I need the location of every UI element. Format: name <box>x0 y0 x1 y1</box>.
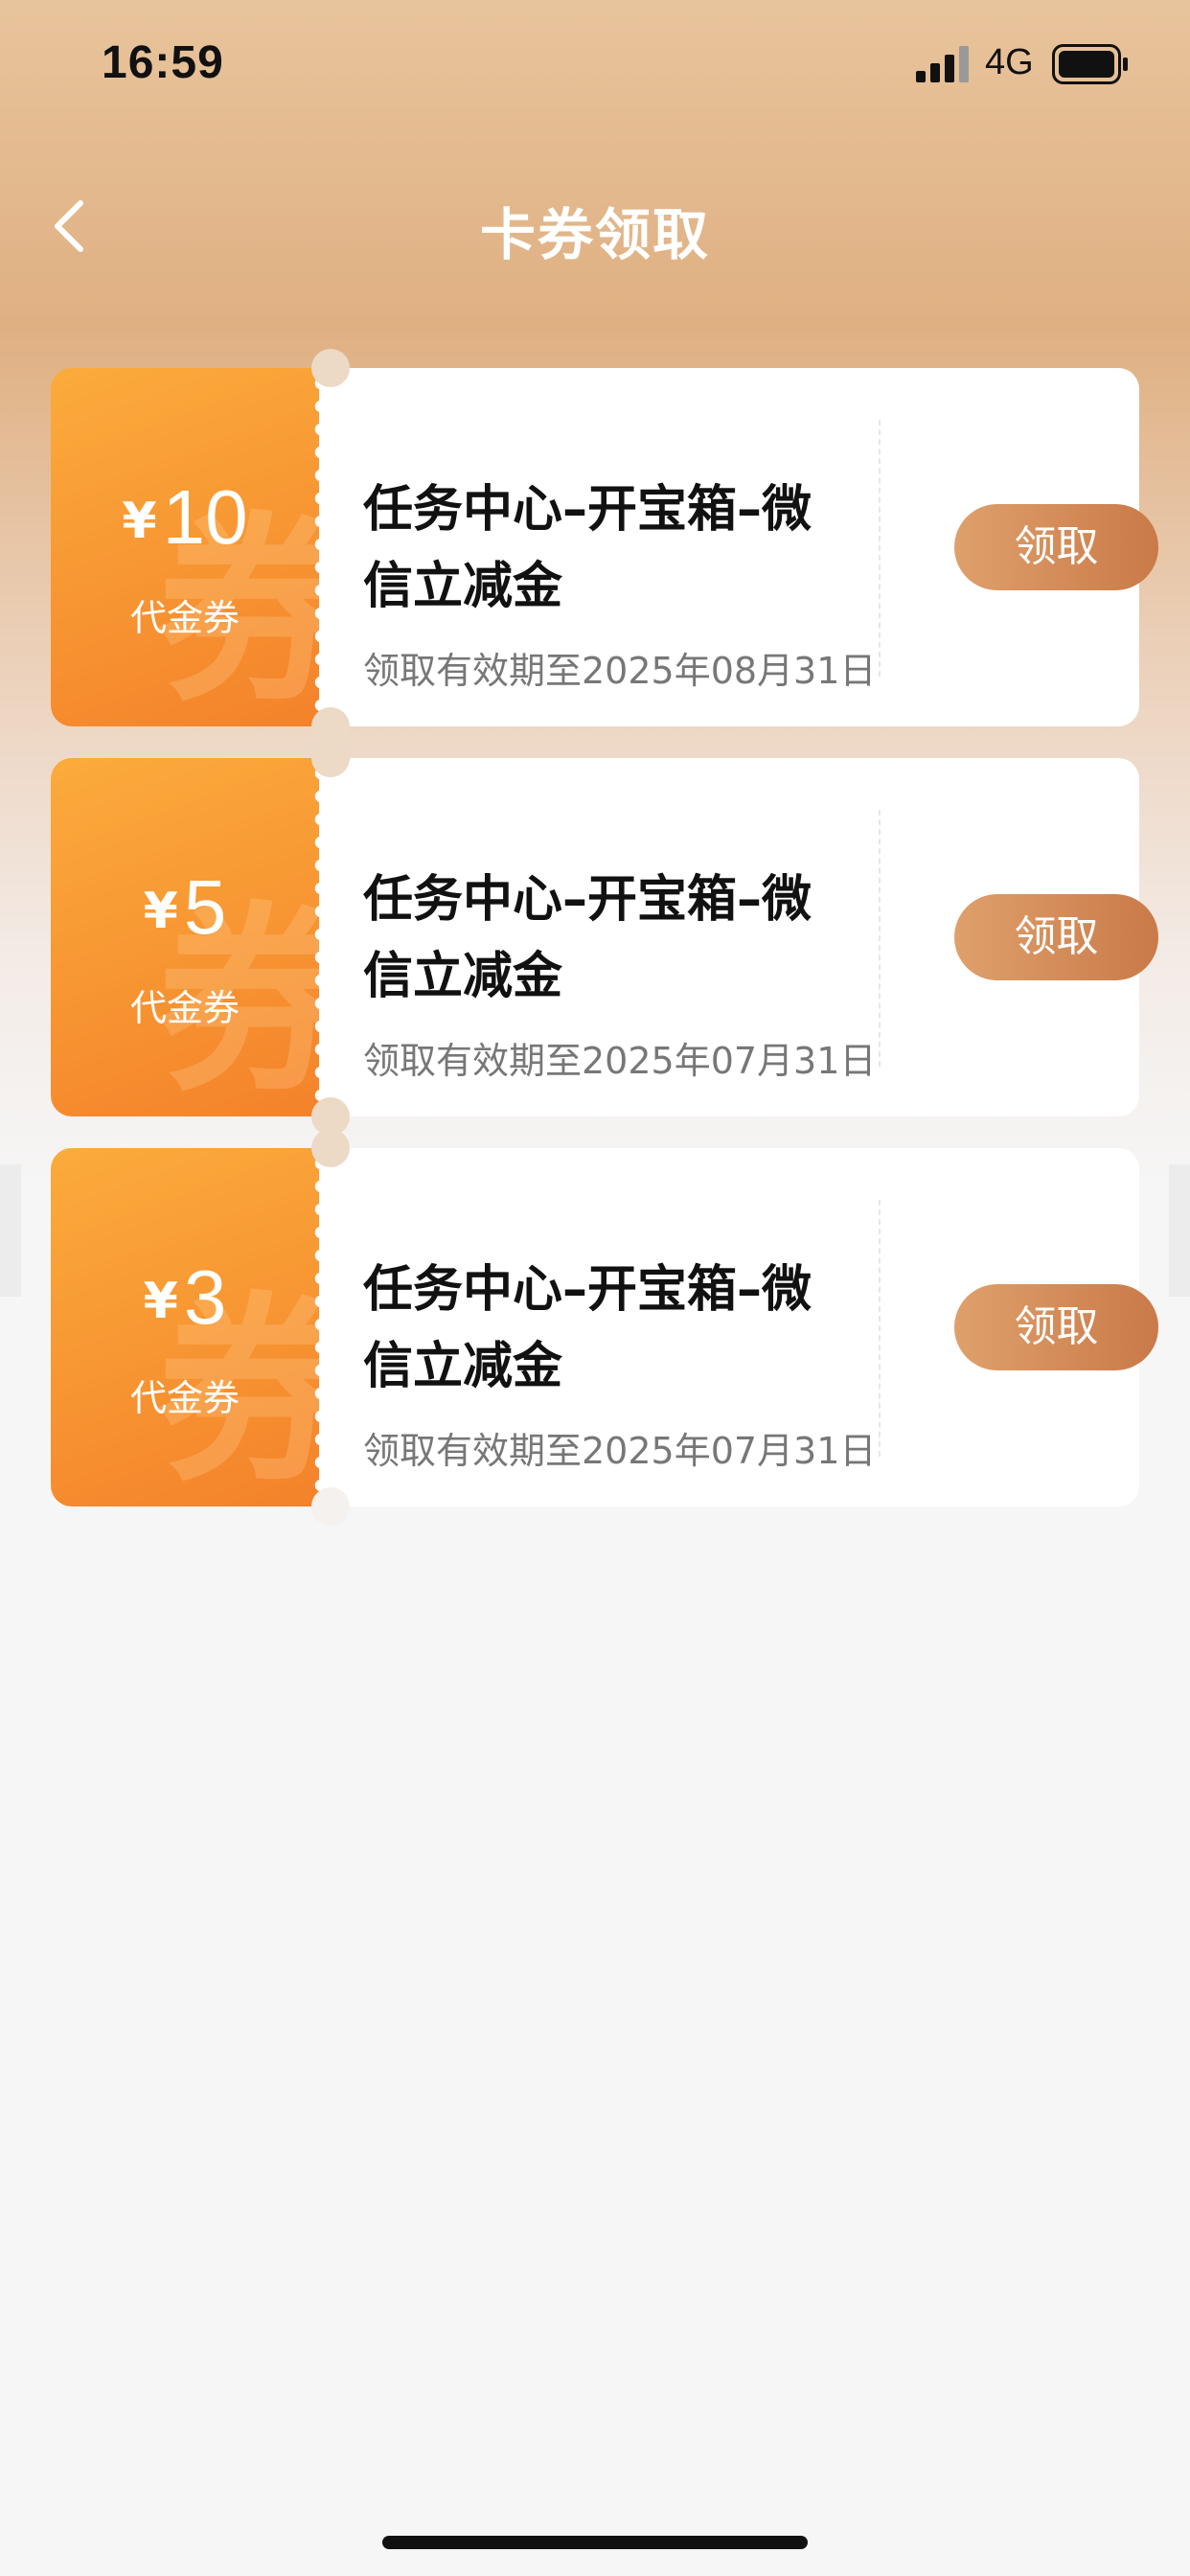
right-edge-strip <box>1169 1164 1190 1297</box>
coupon-title-line: 任务中心–开宝箱–微 <box>363 1261 812 1319</box>
coupon-card: 券 ¥5 代金券 任务中心–开宝箱–微 信立减金 领取有效期至2025年07月3… <box>51 739 1158 1136</box>
coupon-type-label: 代金券 <box>129 987 240 1029</box>
coupon-title-line: 任务中心–开宝箱–微 <box>363 481 812 539</box>
claim-button[interactable]: 领取 <box>954 1284 1158 1370</box>
coupon-title-line: 任务中心–开宝箱–微 <box>363 871 812 929</box>
dashed-divider <box>879 1200 881 1457</box>
coupon-type-label: 代金券 <box>129 597 240 639</box>
coupon-type-label: 代金券 <box>129 1377 240 1419</box>
currency-symbol: ¥ <box>143 1273 178 1330</box>
status-time: 16:59 <box>102 37 224 88</box>
battery-icon <box>1052 44 1128 84</box>
ticket-notch <box>311 349 350 387</box>
coupon-amount: ¥3 <box>51 1254 319 1342</box>
claim-button[interactable]: 领取 <box>954 894 1158 980</box>
coupon-info-panel: 任务中心–开宝箱–微 信立减金 领取有效期至2025年07月31日 领取 <box>319 758 1158 1116</box>
coupon-expiry: 领取有效期至2025年07月31日 <box>363 1040 877 1082</box>
coupon-value-panel: 券 ¥5 代金券 <box>51 758 319 1116</box>
coupon-card: 券 ¥3 代金券 任务中心–开宝箱–微 信立减金 领取有效期至2025年07月3… <box>51 1129 1158 1526</box>
dashed-divider <box>879 810 881 1067</box>
navigation-bar: 卡券领取 <box>0 163 1190 288</box>
coupon-expiry: 领取有效期至2025年08月31日 <box>363 650 877 692</box>
coupon-value-panel: 券 ¥3 代金券 <box>51 1148 319 1506</box>
ticket-notch <box>311 739 350 777</box>
coupon-value-panel: 券 ¥10 代金券 <box>51 368 319 726</box>
ticket-notch <box>311 1129 350 1167</box>
currency-symbol: ¥ <box>122 493 157 550</box>
coupon-title-line: 信立减金 <box>363 1338 563 1395</box>
currency-symbol: ¥ <box>143 883 178 940</box>
network-type: 4G <box>985 42 1034 82</box>
signal-strength-icon <box>916 46 969 82</box>
page-title: 卡券领取 <box>479 202 710 267</box>
coupon-amount: ¥5 <box>51 863 319 952</box>
coupon-title-line: 信立减金 <box>363 558 563 615</box>
status-bar: 16:59 4G <box>0 0 1190 128</box>
coupon-list: 券 ¥10 代金券 任务中心–开宝箱–微 信立减金 领取有效期至2025年08月… <box>51 349 1158 1538</box>
home-indicator[interactable] <box>382 2536 808 2549</box>
coupon-title: 任务中心–开宝箱–微 信立减金 <box>363 862 861 1015</box>
coupon-amount: ¥10 <box>51 473 319 562</box>
coupon-amount-value: 5 <box>183 864 227 950</box>
coupon-amount-value: 3 <box>183 1254 227 1340</box>
coupon-title: 任务中心–开宝箱–微 信立减金 <box>363 1252 861 1405</box>
ticket-notch <box>311 1487 350 1526</box>
coupon-amount-value: 10 <box>162 474 248 560</box>
left-edge-strip <box>0 1164 21 1297</box>
coupon-title: 任务中心–开宝箱–微 信立减金 <box>363 472 861 625</box>
coupon-title-line: 信立减金 <box>363 948 563 1005</box>
coupon-info-panel: 任务中心–开宝箱–微 信立减金 领取有效期至2025年08月31日 领取 <box>319 368 1158 726</box>
coupon-card: 券 ¥10 代金券 任务中心–开宝箱–微 信立减金 领取有效期至2025年08月… <box>51 349 1158 746</box>
dashed-divider <box>879 420 881 677</box>
coupon-expiry: 领取有效期至2025年07月31日 <box>363 1430 877 1472</box>
claim-button[interactable]: 领取 <box>954 504 1158 590</box>
coupon-info-panel: 任务中心–开宝箱–微 信立减金 领取有效期至2025年07月31日 领取 <box>319 1148 1158 1506</box>
